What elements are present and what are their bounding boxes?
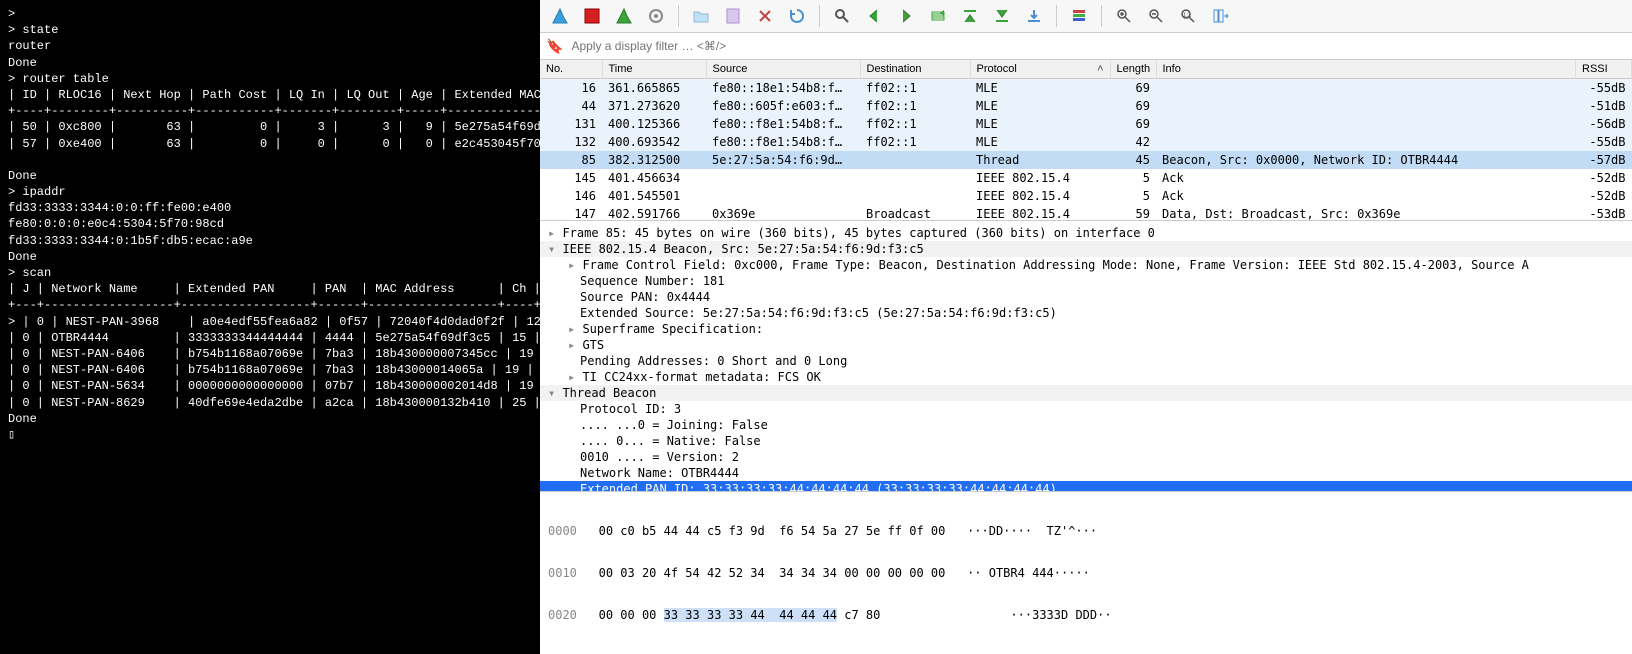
detail-ver[interactable]: 0010 .... = Version: 2	[540, 449, 1632, 465]
toolbar-separator	[1056, 5, 1057, 27]
detail-gts[interactable]: GTS	[540, 337, 1632, 353]
packet-row[interactable]: 44371.273620fe80::605f:e603:f…ff02::1MLE…	[540, 97, 1632, 115]
packet-row[interactable]: 145401.456634IEEE 802.15.45Ack-52dB	[540, 169, 1632, 187]
sort-asc-icon: ˄	[1097, 63, 1103, 75]
detail-join[interactable]: .... ...0 = Joining: False	[540, 417, 1632, 433]
col-length[interactable]: Length	[1110, 60, 1156, 79]
detail-esrc[interactable]: Extended Source: 5e:27:5a:54:f6:9d:f3:c5…	[540, 305, 1632, 321]
detail-pid[interactable]: Protocol ID: 3	[540, 401, 1632, 417]
packet-row[interactable]: 85382.3125005e:27:5a:54:f6:9d…Thread45Be…	[540, 151, 1632, 169]
detail-pend[interactable]: Pending Addresses: 0 Short and 0 Long	[540, 353, 1632, 369]
hex-row[interactable]: 0010 00 03 20 4f 54 42 52 34 34 34 34 00…	[548, 566, 1624, 580]
start-capture-icon[interactable]	[548, 4, 572, 28]
toolbar-separator	[678, 5, 679, 27]
detail-ieee[interactable]: IEEE 802.15.4 Beacon, Src: 5e:27:5a:54:f…	[540, 241, 1632, 257]
col-destination[interactable]: Destination	[860, 60, 970, 79]
col-rssi[interactable]: RSSI	[1576, 60, 1632, 79]
detail-thread[interactable]: Thread Beacon	[540, 385, 1632, 401]
main-toolbar: 1:1	[540, 0, 1632, 33]
detail-fcf[interactable]: Frame Control Field: 0xc000, Frame Type:…	[540, 257, 1632, 273]
packet-row[interactable]: 132400.693542fe80::f8e1:54b8:f…ff02::1ML…	[540, 133, 1632, 151]
go-forward-icon[interactable]	[894, 4, 918, 28]
packet-list[interactable]: No. Time Source Destination Protocol˄ Le…	[540, 60, 1632, 220]
go-first-icon[interactable]	[958, 4, 982, 28]
detail-epan[interactable]: Extended PAN ID: 33:33:33:33:44:44:44:44…	[540, 481, 1632, 491]
options-icon[interactable]	[644, 4, 668, 28]
detail-net[interactable]: Network Name: OTBR4444	[540, 465, 1632, 481]
restart-capture-icon[interactable]	[612, 4, 636, 28]
zoom-out-icon[interactable]	[1144, 4, 1168, 28]
packet-row[interactable]: 146401.545501IEEE 802.15.45Ack-52dB	[540, 187, 1632, 205]
col-info[interactable]: Info	[1156, 60, 1576, 79]
packet-details-pane[interactable]: Frame 85: 45 bytes on wire (360 bits), 4…	[540, 220, 1632, 491]
detail-span[interactable]: Source PAN: 0x4444	[540, 289, 1632, 305]
col-time[interactable]: Time	[602, 60, 706, 79]
reload-icon[interactable]	[785, 4, 809, 28]
detail-frame[interactable]: Frame 85: 45 bytes on wire (360 bits), 4…	[540, 225, 1632, 241]
go-last-icon[interactable]	[990, 4, 1014, 28]
go-back-icon[interactable]	[862, 4, 886, 28]
col-protocol[interactable]: Protocol˄	[970, 60, 1110, 79]
col-source[interactable]: Source	[706, 60, 860, 79]
terminal-pane[interactable]: > > state router Done > router table | I…	[0, 0, 540, 654]
save-file-icon[interactable]	[721, 4, 745, 28]
hex-dump-pane[interactable]: 0000 00 c0 b5 44 44 c5 f3 9d f6 54 5a 27…	[540, 491, 1632, 654]
close-file-icon[interactable]	[753, 4, 777, 28]
colorize-icon[interactable]	[1067, 4, 1091, 28]
detail-seq[interactable]: Sequence Number: 181	[540, 273, 1632, 289]
toolbar-separator	[819, 5, 820, 27]
resize-columns-icon[interactable]	[1208, 4, 1232, 28]
auto-scroll-icon[interactable]	[1022, 4, 1046, 28]
svg-text:1:1: 1:1	[1183, 13, 1192, 19]
hex-row[interactable]: 0020 00 00 00 33 33 33 33 44 44 44 44 c7…	[548, 608, 1624, 622]
bookmark-icon[interactable]: 🔖	[546, 38, 563, 55]
zoom-reset-icon[interactable]: 1:1	[1176, 4, 1200, 28]
packet-row[interactable]: 16361.665865fe80::18e1:54b8:f…ff02::1MLE…	[540, 79, 1632, 98]
open-file-icon[interactable]	[689, 4, 713, 28]
toolbar-separator	[1101, 5, 1102, 27]
wireshark-pane: 1:1 🔖 No. Time Source Destination Protoc…	[540, 0, 1632, 654]
col-no[interactable]: No.	[540, 60, 602, 79]
detail-ti[interactable]: TI CC24xx-format metadata: FCS OK	[540, 369, 1632, 385]
detail-nat[interactable]: .... 0... = Native: False	[540, 433, 1632, 449]
stop-capture-icon[interactable]	[580, 4, 604, 28]
packet-row[interactable]: 131400.125366fe80::f8e1:54b8:f…ff02::1ML…	[540, 115, 1632, 133]
hex-row[interactable]: 0000 00 c0 b5 44 44 c5 f3 9d f6 54 5a 27…	[548, 524, 1624, 538]
go-to-packet-icon[interactable]	[926, 4, 950, 28]
packet-row[interactable]: 147402.5917660x369eBroadcastIEEE 802.15.…	[540, 205, 1632, 220]
zoom-in-icon[interactable]	[1112, 4, 1136, 28]
display-filter-bar: 🔖	[540, 33, 1632, 60]
find-icon[interactable]	[830, 4, 854, 28]
packet-header-row: No. Time Source Destination Protocol˄ Le…	[540, 60, 1632, 79]
detail-sf[interactable]: Superframe Specification:	[540, 321, 1632, 337]
display-filter-input[interactable]	[567, 36, 1626, 56]
